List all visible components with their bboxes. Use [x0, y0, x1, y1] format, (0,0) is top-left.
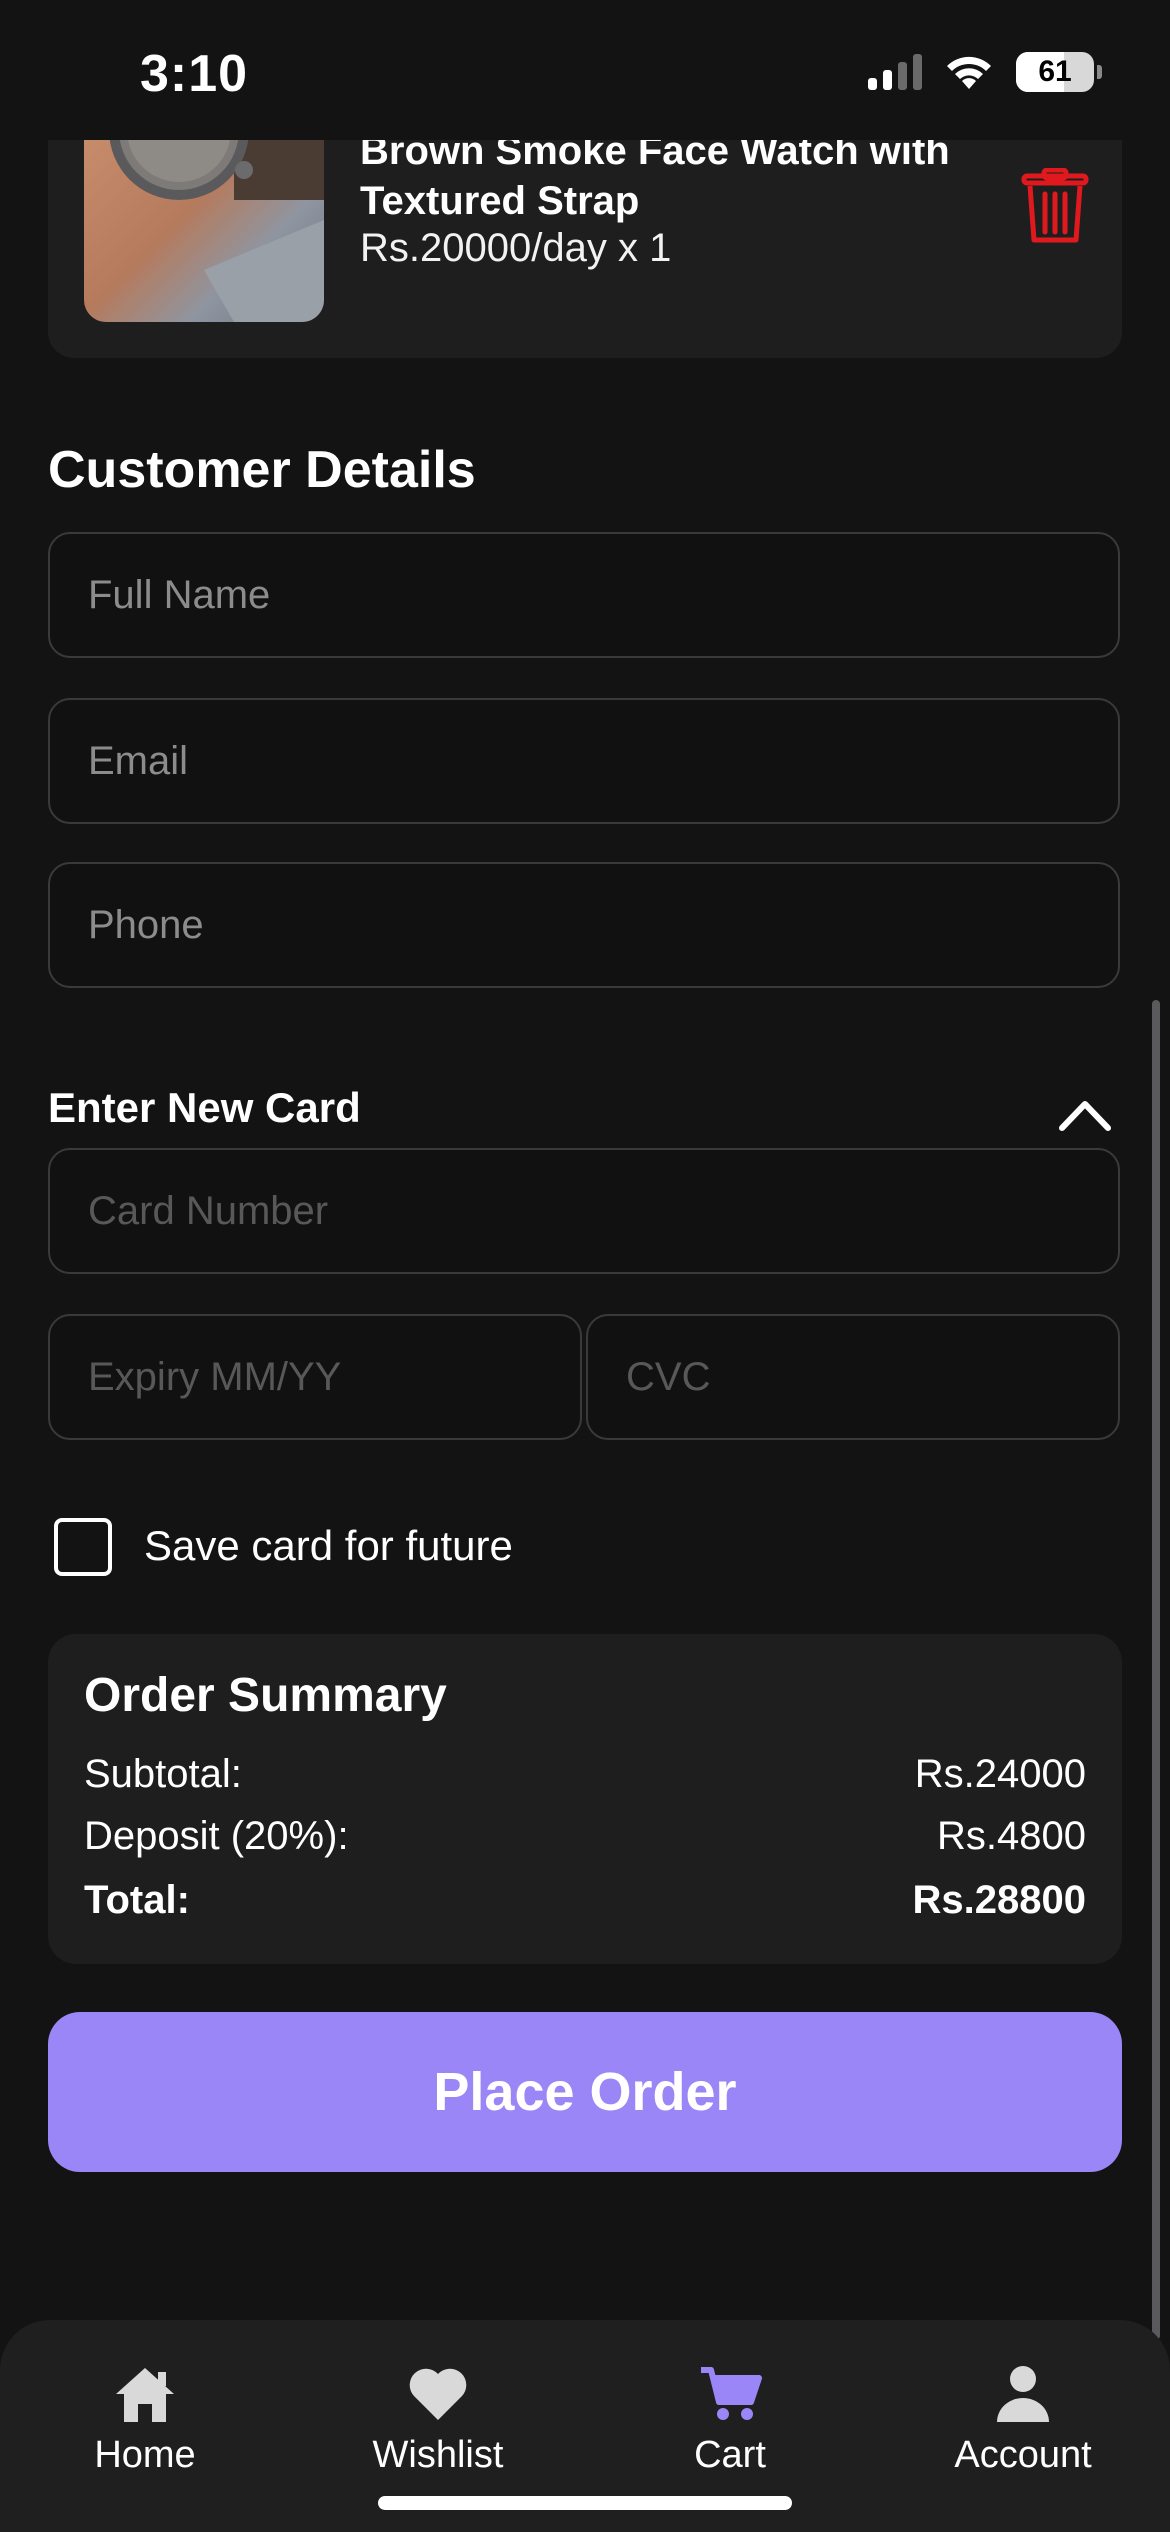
- battery-icon: 61: [1016, 52, 1102, 92]
- full-name-input[interactable]: Full Name: [48, 532, 1120, 658]
- wifi-icon: [947, 56, 991, 89]
- home-indicator: [378, 2496, 792, 2510]
- expiry-input[interactable]: Expiry MM/YY: [48, 1314, 582, 1440]
- phone-input[interactable]: Phone: [48, 862, 1120, 988]
- subtotal-row: Subtotal: Rs.24000: [84, 1752, 1086, 1797]
- product-price: Rs.20000/day x 1: [360, 226, 672, 270]
- deposit-value: Rs.4800: [937, 1814, 1086, 1858]
- chevron-up-icon[interactable]: [1056, 1092, 1114, 1134]
- scrollbar[interactable]: [1152, 1000, 1160, 2340]
- card-number-placeholder: Card Number: [88, 1188, 329, 1233]
- cart-icon: [701, 2367, 762, 2420]
- product-image: [84, 110, 324, 322]
- trash-icon[interactable]: [1020, 168, 1090, 244]
- home-icon: [116, 2368, 174, 2422]
- tab-wishlist-label: Wishlist: [372, 2434, 504, 2476]
- product-name: Brown Smoke Face Watch with Textured Str…: [360, 129, 950, 223]
- status-time: 3:10: [140, 45, 249, 103]
- deposit-label: Deposit (20%):: [84, 1814, 349, 1858]
- full-name-placeholder: Full Name: [88, 572, 271, 617]
- enter-new-card-header[interactable]: Enter New Card: [48, 1084, 361, 1132]
- total-row: Total: Rs.28800: [84, 1878, 1086, 1923]
- total-label: Total:: [84, 1878, 190, 1922]
- tab-cart[interactable]: Cart: [630, 2364, 830, 2477]
- cvc-placeholder: CVC: [626, 1354, 711, 1399]
- save-card-checkbox[interactable]: [54, 1518, 112, 1576]
- customer-details-title: Customer Details: [48, 441, 476, 499]
- subtotal-label: Subtotal:: [84, 1752, 242, 1796]
- deposit-row: Deposit (20%): Rs.4800: [84, 1814, 1086, 1859]
- status-icons: 61: [868, 52, 1102, 92]
- status-bar: 3:10 61: [0, 0, 1170, 140]
- save-card-label[interactable]: Save card for future: [144, 1522, 513, 1570]
- card-number-input[interactable]: Card Number: [48, 1148, 1120, 1274]
- expiry-placeholder: Expiry MM/YY: [88, 1354, 342, 1399]
- user-icon: [997, 2366, 1049, 2422]
- heart-icon: [409, 2368, 467, 2420]
- email-input[interactable]: Email: [48, 698, 1120, 824]
- phone-placeholder: Phone: [88, 902, 204, 947]
- order-summary-card: Order Summary Subtotal: Rs.24000 Deposit…: [48, 1634, 1122, 1964]
- battery-percent: 61: [1038, 55, 1072, 88]
- cvc-input[interactable]: CVC: [586, 1314, 1120, 1440]
- email-placeholder: Email: [88, 738, 189, 783]
- tab-home[interactable]: Home: [45, 2364, 245, 2477]
- subtotal-value: Rs.24000: [914, 1752, 1086, 1796]
- tab-home-label: Home: [94, 2434, 196, 2476]
- cellular-signal-icon: [868, 54, 922, 90]
- tab-account[interactable]: Account: [923, 2364, 1123, 2477]
- tab-cart-label: Cart: [694, 2434, 766, 2476]
- tab-account-label: Account: [954, 2434, 1092, 2476]
- place-order-button[interactable]: Place Order: [48, 2012, 1122, 2172]
- watch-image: [109, 110, 324, 322]
- tab-wishlist[interactable]: Wishlist: [338, 2364, 538, 2477]
- order-summary-title: Order Summary: [84, 1669, 447, 1722]
- total-value: Rs.28800: [912, 1878, 1086, 1922]
